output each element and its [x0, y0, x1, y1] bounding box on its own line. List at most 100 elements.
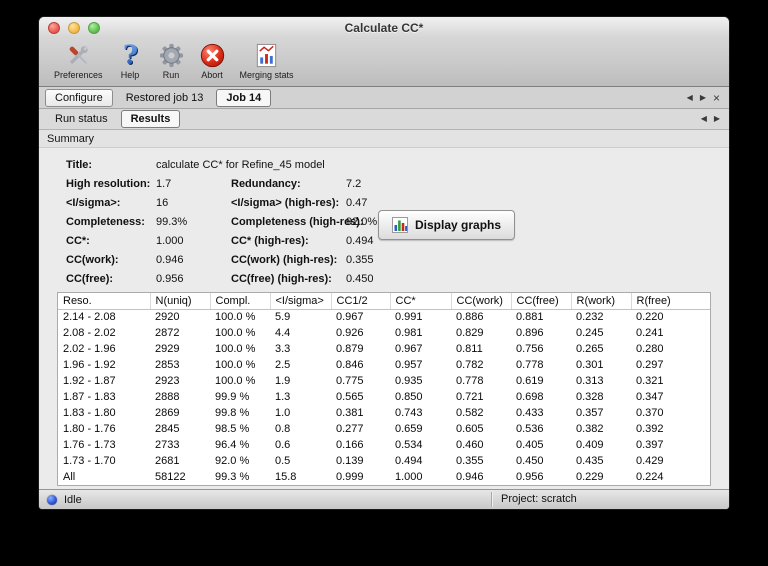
table-cell: 0.829 [456, 327, 484, 339]
run-button[interactable]: Run [151, 41, 192, 81]
table-cell: 0.220 [636, 311, 664, 324]
column-header-isigma[interactable]: <I/sigma> [270, 293, 332, 310]
table-cell: 0.778 [516, 359, 544, 371]
table-cell: 98.5 % [215, 423, 250, 435]
table-cell: 0.450 [516, 455, 544, 467]
table-cell: 0.619 [516, 375, 544, 387]
table-cell: 1.92 - 1.87 [63, 375, 116, 387]
table-cell: 0.8 [275, 423, 291, 435]
column-header-ccfree[interactable]: CC(free) [511, 293, 572, 310]
toolbar-button-label: Abort [201, 70, 223, 80]
column-header-reso[interactable]: Reso. [58, 293, 151, 310]
merging-stats-button[interactable]: Merging stats [233, 41, 301, 81]
table-cell: 0.347 [636, 391, 664, 403]
app-window: Calculate CC* Preferences ? ? Help Run A… [38, 16, 730, 510]
table-cell: 2.02 - 1.96 [63, 343, 116, 355]
table-cell: 0.6 [275, 439, 291, 451]
stat-label: CC* (high-res): [231, 234, 309, 247]
stat-value: 0.47 [346, 196, 368, 209]
table-row[interactable]: 1.83 - 1.80 2869 99.8 % 1.0 0.381 0.743 0.582 0… [58, 405, 710, 421]
table-cell: 0.721 [456, 391, 484, 403]
table-row[interactable]: 1.80 - 1.76 2845 98.5 % 0.8 0.277 0.659 0.605 0… [58, 421, 710, 437]
table-cell: 100.0 % [215, 359, 256, 371]
column-header-rfree[interactable]: R(free) [631, 293, 710, 310]
table-cell: 3.3 [275, 343, 291, 355]
table-cell: 0.935 [395, 375, 423, 387]
table-cell: 1.73 - 1.70 [63, 455, 116, 467]
column-header-ccwork[interactable]: CC(work) [451, 293, 512, 310]
table-cell: 0.397 [636, 439, 664, 451]
table-row[interactable]: 2.02 - 1.96 2929 100.0 % 3.3 0.879 0.967 0.811… [58, 341, 710, 357]
table-row[interactable]: 1.92 - 1.87 2923 100.0 % 1.9 0.775 0.935 0.778… [58, 373, 710, 389]
abort-button[interactable]: Abort [192, 41, 233, 81]
bar-chart-icon [392, 217, 408, 233]
table-cell: 0.846 [336, 359, 364, 371]
minimize-window-button[interactable] [68, 22, 80, 34]
column-header-cchalf[interactable]: CC1/2 [331, 293, 391, 310]
table-cell: 0.957 [395, 359, 423, 371]
table-cell: 1.9 [275, 375, 291, 387]
table-cell: 0.301 [576, 359, 604, 371]
table-cell: 2888 [155, 391, 180, 403]
title-bar[interactable]: Calculate CC* [39, 17, 729, 39]
help-button[interactable]: ? ? Help [110, 41, 151, 81]
table-cell: 92.0 % [215, 455, 250, 467]
table-cell: 100.0 % [215, 343, 256, 355]
job-tab-nav: ◀ ▶ × [687, 92, 729, 104]
table-cell: 0.743 [395, 407, 423, 419]
table-cell: 0.224 [636, 471, 664, 483]
table-cell: 0.565 [336, 391, 364, 403]
table-cell: 2872 [155, 327, 180, 339]
tab-close-icon[interactable]: × [713, 92, 720, 104]
table-cell: 2929 [155, 343, 180, 355]
status-text: Idle [64, 493, 82, 506]
table-cell: 0.5 [275, 455, 291, 467]
table-cell: 2.14 - 2.08 [63, 311, 116, 324]
table-cell: 0.881 [516, 311, 544, 324]
svg-text:?: ? [122, 42, 137, 69]
view-tab-scroll-left-icon[interactable]: ◀ [701, 114, 707, 124]
table-cell: 0.991 [395, 311, 423, 324]
table-row[interactable]: 1.87 - 1.83 2888 99.9 % 1.3 0.565 0.850 0.721 0… [58, 389, 710, 405]
column-header-compl[interactable]: Compl. [210, 293, 271, 310]
table-row[interactable]: 2.08 - 2.02 2872 100.0 % 4.4 0.926 0.981 0.829… [58, 325, 710, 341]
table-cell: 0.605 [456, 423, 484, 435]
table-cell: 2.08 - 2.02 [63, 327, 116, 339]
table-cell: 0.981 [395, 327, 423, 339]
column-header-rwork[interactable]: R(work) [571, 293, 632, 310]
table-cell: 0.357 [576, 407, 604, 419]
table-cell: 0.409 [576, 439, 604, 451]
table-row[interactable]: 1.96 - 1.92 2853 100.0 % 2.5 0.846 0.957 0.782… [58, 357, 710, 373]
table-cell: 1.96 - 1.92 [63, 359, 116, 371]
tab-scroll-left-icon[interactable]: ◀ [687, 93, 693, 103]
table-row[interactable]: 1.73 - 1.70 2681 92.0 % 0.5 0.139 0.494 0.355 0… [58, 453, 710, 469]
tab-job-14[interactable]: Job 14 [216, 88, 272, 107]
table-row[interactable]: All 58122 99.3 % 15.8 0.999 1.000 0.946 0.956 0.… [58, 469, 710, 485]
stat-label: <I/sigma> (high-res): [231, 196, 340, 209]
tab-results[interactable]: Results [120, 110, 181, 128]
tab-configure[interactable]: Configure [45, 88, 113, 107]
stat-value: 7.2 [346, 177, 362, 190]
table-cell: 2853 [155, 359, 180, 371]
stat-label: Redundancy: [231, 177, 301, 190]
display-graphs-button[interactable]: Display graphs [378, 210, 516, 240]
table-row[interactable]: 1.76 - 1.73 2733 96.4 % 0.6 0.166 0.534 0.460 0… [58, 437, 710, 453]
table-cell: 0.659 [395, 423, 423, 435]
column-header-ccstar[interactable]: CC* [390, 293, 452, 310]
stat-value: 1.000 [156, 234, 184, 247]
table-cell: 0.582 [456, 407, 484, 419]
preferences-button[interactable]: Preferences [47, 41, 110, 81]
zoom-window-button[interactable] [88, 22, 100, 34]
tab-scroll-right-icon[interactable]: ▶ [700, 93, 706, 103]
view-tab-scroll-right-icon[interactable]: ▶ [714, 114, 720, 124]
stat-value: 99.3% [156, 215, 188, 228]
table-row[interactable]: 2.14 - 2.08 2920 100.0 % 5.9 0.967 0.991 0.886… [58, 309, 710, 325]
tab-run-status[interactable]: Run status [45, 110, 118, 128]
table-cell: 0.967 [336, 311, 364, 324]
close-window-button[interactable] [48, 22, 60, 34]
table-cell: 0.392 [636, 423, 664, 435]
status-indicator-icon [47, 494, 57, 505]
column-header-nuniq[interactable]: N(uniq) [150, 293, 211, 310]
toolbar: Preferences ? ? Help Run Abort Merging s… [39, 39, 729, 87]
tab-restored-job-13[interactable]: Restored job 13 [116, 89, 214, 107]
